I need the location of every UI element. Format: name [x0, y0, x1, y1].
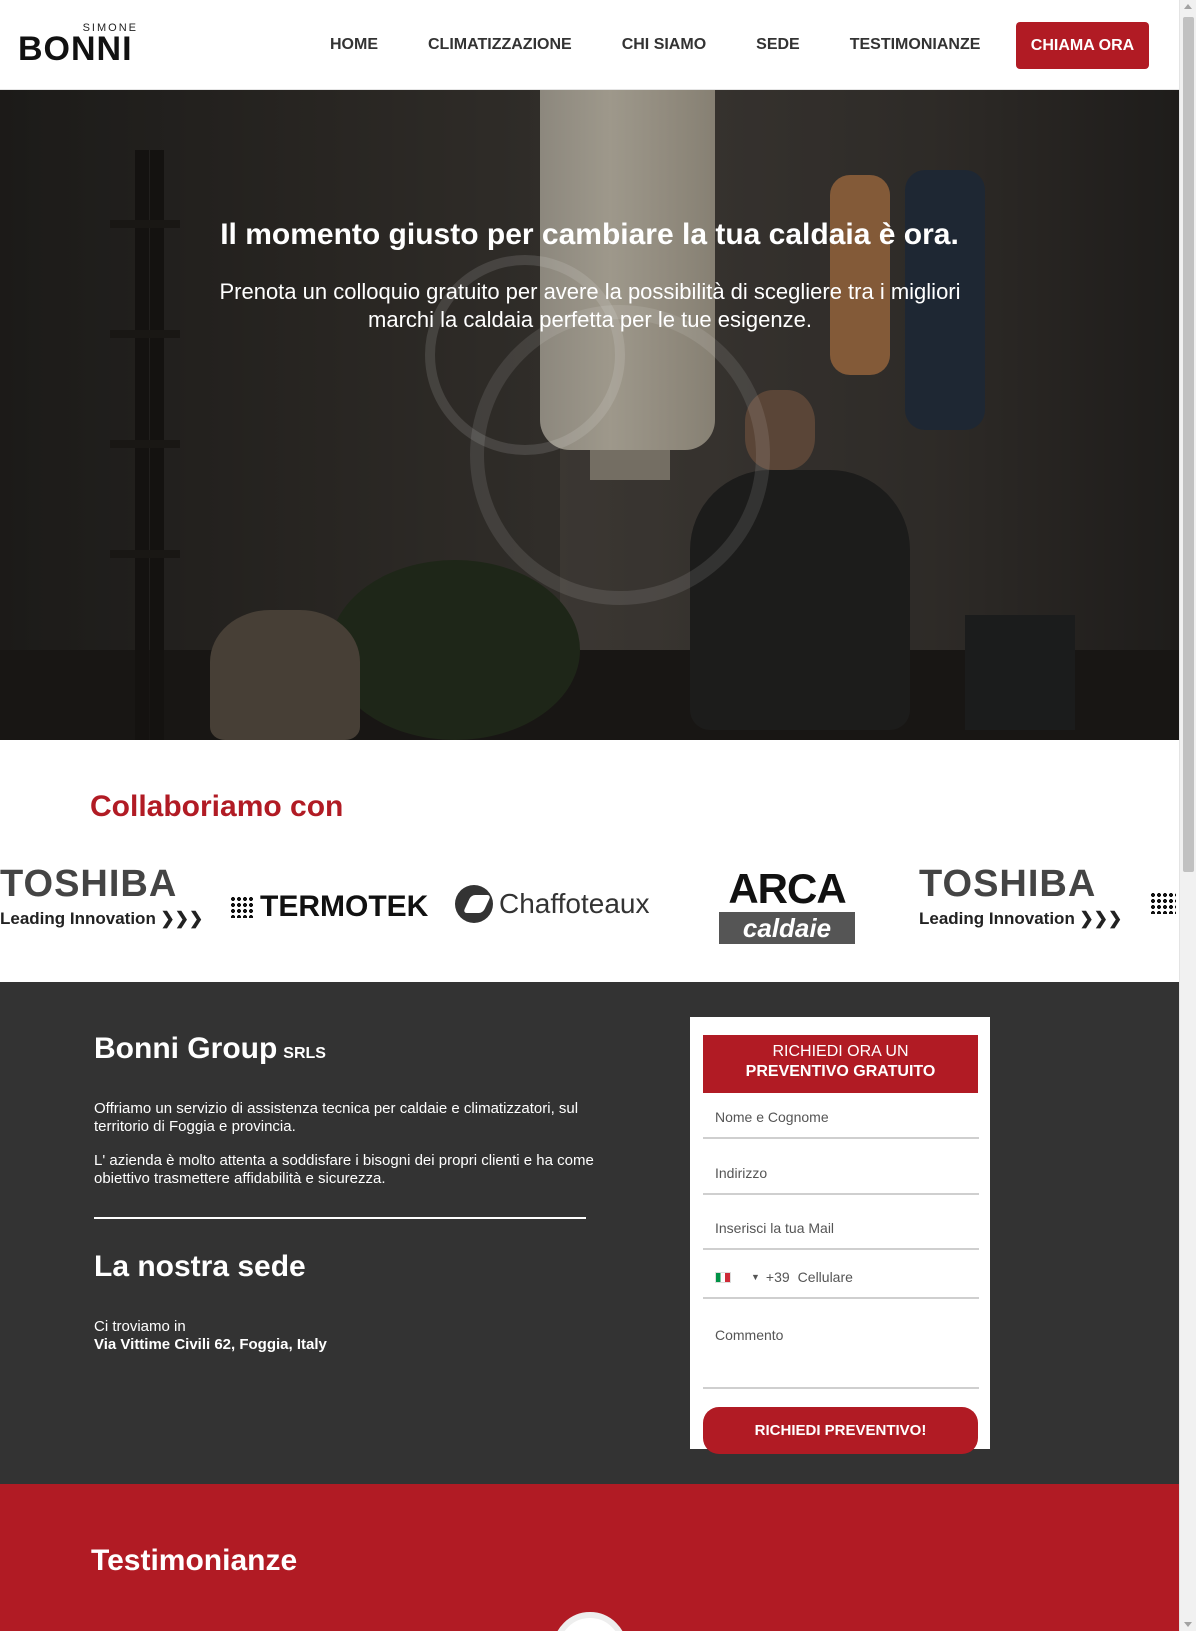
nav-chi-siamo[interactable]: CHI SIAMO [622, 36, 706, 54]
decorative-ring [470, 305, 770, 605]
scrollbar-thumb[interactable] [1183, 17, 1194, 872]
nav-sede[interactable]: SEDE [756, 36, 800, 54]
chevron-down-icon[interactable]: ▼ [751, 1272, 760, 1282]
form-header-line1: RICHIEDI ORA UN [772, 1043, 909, 1060]
scrollbar[interactable] [1179, 0, 1196, 1631]
hero-title: Il momento giusto per cambiare la tua ca… [220, 218, 959, 251]
nav-testimonianze[interactable]: TESTIMONIANZE [850, 36, 981, 54]
sede-title: La nostra sede [94, 1250, 306, 1283]
site-header: SIMONE BONNI HOME CLIMATIZZAZIONE CHI SI… [0, 0, 1179, 90]
company-mission: L' azienda è molto attenta a soddisfare … [94, 1152, 594, 1187]
company-name: Bonni Group SRLS [94, 1032, 326, 1066]
page: SIMONE BONNI HOME CLIMATIZZAZIONE CHI SI… [0, 0, 1179, 1631]
avatar [553, 1612, 627, 1631]
italy-flag-icon[interactable] [715, 1272, 731, 1283]
toshiba-logo: TOSHIBA Leading Innovation ❯❯❯ [919, 865, 1122, 929]
logo[interactable]: SIMONE BONNI [18, 22, 138, 66]
quote-form: RICHIEDI ORA UN PREVENTIVO GRATUITO Nome… [690, 1017, 990, 1454]
partners-title: Collaboriamo con [90, 790, 344, 823]
hero-subtitle: Prenota un colloquio gratuito per avere … [219, 279, 961, 332]
toshiba-tagline: Leading Innovation ❯❯❯ [0, 909, 204, 928]
chaffoteaux-icon [455, 885, 493, 923]
arca-name: ARCA [728, 865, 846, 912]
termotek-name: TERMOTEK [260, 890, 429, 923]
nav-climatizzazione[interactable]: CLIMATIZZAZIONE [428, 36, 572, 54]
scroll-down-arrow-icon[interactable] [1184, 1622, 1192, 1627]
termotek-logo: TERMOTEK [230, 890, 428, 924]
arca-logo: ARCA caldaie [719, 868, 855, 944]
logo-title: BONNI [18, 30, 133, 68]
arca-tagline: caldaie [719, 912, 855, 944]
chaffoteaux-name: Chaffoteaux [499, 888, 650, 919]
phone-prefix: +39 [765, 1269, 790, 1285]
divider [94, 1217, 586, 1219]
phone-placeholder: Cellulare [797, 1269, 853, 1285]
company-suffix: SRLS [283, 1045, 326, 1062]
comment-field[interactable]: Commento [703, 1327, 979, 1389]
chaffoteaux-logo: Chaffoteaux [455, 885, 650, 923]
email-field[interactable]: Inserisci la tua Mail [703, 1220, 979, 1250]
toshiba-name: TOSHIBA [919, 863, 1097, 905]
main-nav: HOME CLIMATIZZAZIONE CHI SIAMO SEDE TEST… [306, 0, 1030, 90]
toshiba-tagline: Leading Innovation ❯❯❯ [919, 909, 1123, 928]
sede-address: Via Vittime Civili 62, Foggia, Italy [94, 1336, 327, 1353]
company-name-text: Bonni Group [94, 1032, 278, 1065]
info-section: Bonni Group SRLS Offriamo un servizio di … [0, 982, 1179, 1484]
submit-quote-button[interactable]: RICHIEDI PREVENTIVO! [703, 1407, 978, 1454]
call-now-button[interactable]: CHIAMA ORA [1016, 22, 1149, 69]
termotek-dots-icon [230, 896, 254, 918]
partners-section: Collaboriamo con TOSHIBA Leading Innovat… [0, 740, 1179, 982]
company-description: Offriamo un servizio di assistenza tecni… [94, 1100, 579, 1135]
phone-field[interactable]: ▼ +39 Cellulare [703, 1269, 979, 1299]
scroll-up-arrow-icon[interactable] [1184, 4, 1192, 9]
testimonials-section: Testimonianze [0, 1484, 1179, 1631]
name-field[interactable]: Nome e Cognome [703, 1109, 979, 1139]
testimonials-title: Testimonianze [91, 1544, 298, 1577]
form-header: RICHIEDI ORA UN PREVENTIVO GRATUITO [703, 1035, 978, 1093]
form-header-line2: PREVENTIVO GRATUITO [745, 1063, 936, 1080]
hero-banner: Il momento giusto per cambiare la tua ca… [0, 90, 1179, 740]
nav-home[interactable]: HOME [330, 36, 378, 54]
sede-lead: Ci troviamo in [94, 1318, 186, 1335]
termotek-dots-icon [1150, 892, 1176, 914]
toshiba-logo: TOSHIBA Leading Innovation ❯❯❯ [0, 865, 203, 929]
address-field[interactable]: Indirizzo [703, 1165, 979, 1195]
toshiba-name: TOSHIBA [0, 863, 178, 905]
